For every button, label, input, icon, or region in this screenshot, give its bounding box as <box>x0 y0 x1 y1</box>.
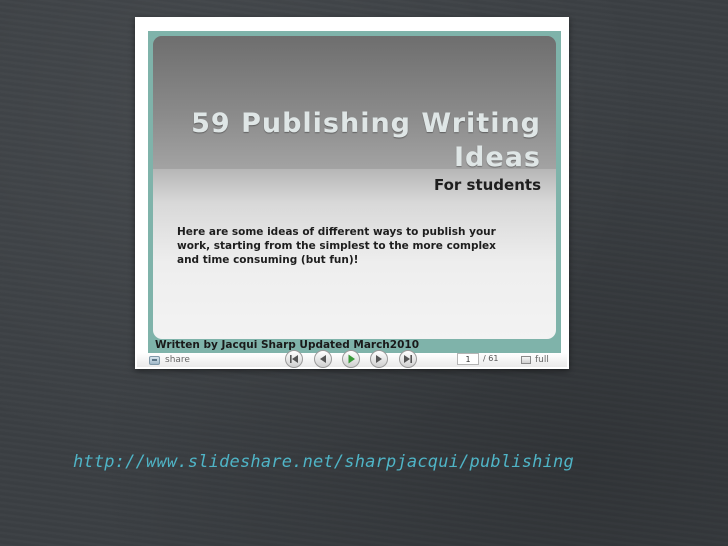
slide-title: 59 Publishing Writing Ideas <box>191 108 541 173</box>
slide-frame: 59 Publishing Writing Ideas For students… <box>148 31 561 353</box>
fullscreen-icon <box>521 356 531 364</box>
next-slide-icon <box>376 355 382 363</box>
slide-subtitle: For students <box>433 176 541 194</box>
first-slide-button[interactable] <box>285 350 303 368</box>
share-button[interactable]: share <box>149 353 190 367</box>
play-icon <box>348 354 355 364</box>
previous-slide-button[interactable] <box>314 350 332 368</box>
next-slide-button[interactable] <box>370 350 388 368</box>
previous-slide-icon <box>320 355 326 363</box>
last-slide-icon <box>404 355 412 363</box>
play-button[interactable] <box>342 350 360 368</box>
player-controls: share 1 / 61 full <box>137 350 567 368</box>
page-number-input[interactable] <box>457 353 479 365</box>
fullscreen-label: full <box>535 355 549 365</box>
page-total: / 61 <box>483 354 499 363</box>
slideshare-url-link[interactable]: http://www.slideshare.net/sharpjacqui/pu… <box>73 452 574 472</box>
slide-body-text: Here are some ideas of different ways to… <box>177 226 496 266</box>
last-slide-button[interactable] <box>399 350 417 368</box>
fullscreen-button[interactable]: full <box>521 353 549 367</box>
slide-card: 59 Publishing Writing Ideas For students… <box>153 36 556 339</box>
share-icon <box>149 355 160 365</box>
first-slide-icon <box>290 355 298 363</box>
slideshare-player: 59 Publishing Writing Ideas For students… <box>135 17 569 369</box>
share-label: share <box>165 355 190 365</box>
